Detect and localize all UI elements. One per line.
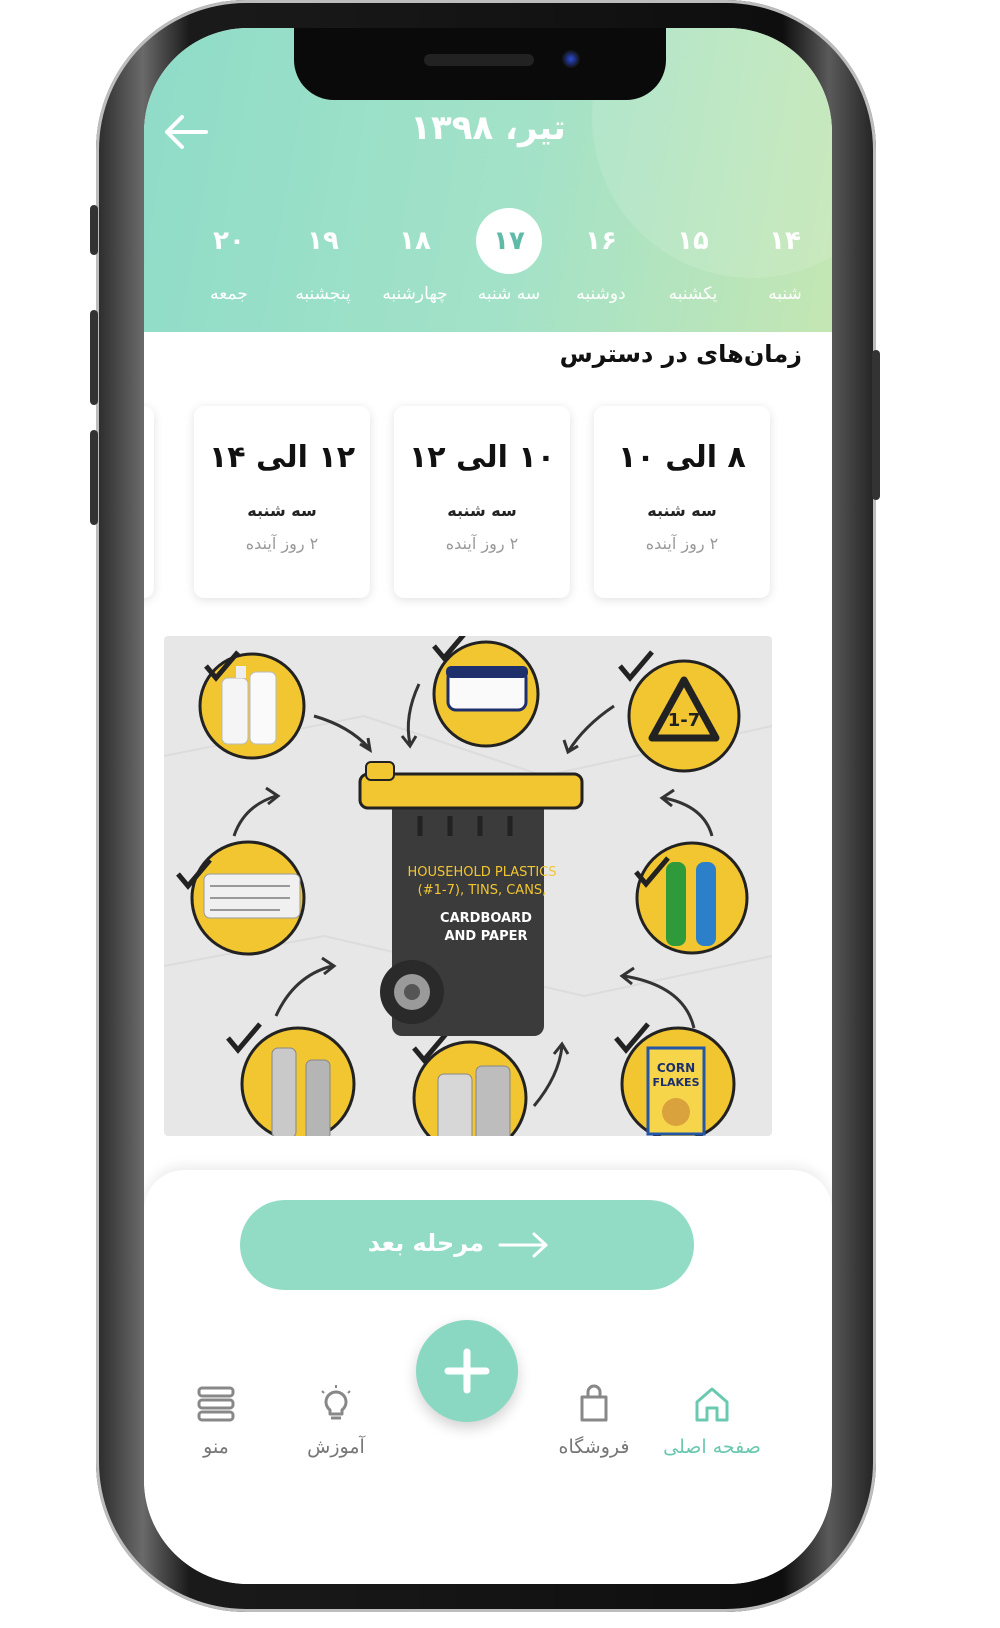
svg-text:FLAKES: FLAKES [653, 1076, 700, 1089]
lightbulb-icon [321, 1385, 351, 1420]
time-slot-card[interactable]: ۸ الی ۱۰ سه شنبه ۲ روز آینده [594, 406, 770, 598]
day-item-sat[interactable]: ۱۴ شنبه [738, 208, 832, 304]
slot-day: سه شنبه [447, 501, 517, 520]
day-item-thu[interactable]: ۱۹ پنجشنبه [276, 208, 370, 304]
day-name: سه شنبه [477, 284, 541, 304]
tab-label: منو [203, 1436, 229, 1458]
arrow-left-icon [165, 115, 208, 149]
day-name: چهارشنبه [382, 284, 448, 304]
day-item-tue-selected[interactable]: ۱۷ سه شنبه [462, 208, 556, 304]
svg-text:1-7: 1-7 [668, 710, 701, 731]
back-button[interactable] [162, 112, 210, 152]
day-item-mon[interactable]: ۱۶ دوشنبه [554, 208, 648, 304]
day-number: ۱۸ [399, 226, 431, 256]
time-slot-list: ۸ الی ۱۰ سه شنبه ۲ روز آینده ۱۰ الی ۱۲ س… [144, 406, 832, 602]
day-number: ۱۴ [769, 226, 801, 256]
month-title: تیر، ۱۳۹۸ [410, 108, 566, 148]
slot-day: سه شنبه [247, 501, 317, 520]
day-item-fri[interactable]: ۲۰ جمعه [182, 208, 276, 304]
next-step-label: مرحله بعد [367, 1229, 484, 1257]
tab-learn[interactable]: آموزش [276, 1384, 396, 1458]
volume-button-2 [90, 430, 98, 525]
home-icon [695, 1387, 729, 1422]
day-name: پنجشنبه [295, 284, 351, 304]
volume-button-1 [90, 310, 98, 405]
speaker-grille [424, 54, 534, 66]
slot-relative: ۲ روز آینده [245, 534, 319, 553]
shopping-bag-icon [580, 1384, 608, 1422]
add-button[interactable] [416, 1320, 518, 1422]
day-name: یکشنبه [668, 284, 718, 304]
day-number: ۲۰ [213, 226, 245, 256]
plus-icon [444, 1348, 490, 1394]
day-name: شنبه [768, 284, 802, 304]
slot-time: ۱۲ الی ۱۴ [208, 440, 356, 475]
day-selector: ۱۴ شنبه ۱۵ یکشنبه ۱۶ دوشنبه ۱۷ سه شنبه ۱… [144, 208, 832, 318]
slot-relative: ۲ روز آینده [645, 534, 719, 553]
recycling-illustration: 1-7 CORN FLAKES HOUSEHOLD PLASTICS (#1-7… [164, 636, 772, 1136]
power-button [872, 350, 880, 500]
slot-relative: ۲ روز آینده [445, 534, 519, 553]
arrow-right-icon [498, 1232, 548, 1258]
tab-menu[interactable]: منو [156, 1384, 276, 1458]
plastic-jugs-icon [198, 650, 306, 760]
available-times-title: زمان‌های در دسترس [559, 340, 802, 368]
slot-day: سه شنبه [647, 501, 717, 520]
tab-label: آموزش [307, 1436, 365, 1458]
day-item-sun[interactable]: ۱۵ یکشنبه [646, 208, 740, 304]
slot-time: ۸ الی ۱۰ [618, 440, 746, 475]
time-slot-card[interactable]: ۱۲ الی ۱۴ سه شنبه ۲ روز آینده [194, 406, 370, 598]
svg-text:CORN: CORN [657, 1061, 695, 1075]
svg-text:AND PAPER: AND PAPER [444, 929, 527, 944]
day-number: ۱۹ [307, 226, 339, 256]
day-number: ۱۷ [476, 208, 542, 274]
tab-label: فروشگاه [558, 1436, 630, 1458]
day-number: ۱۵ [677, 226, 709, 256]
svg-text:HOUSEHOLD PLASTICS: HOUSEHOLD PLASTICS [407, 865, 556, 880]
front-camera [562, 50, 580, 68]
tab-shop[interactable]: فروشگاه [534, 1384, 654, 1458]
phone-screen: تیر، ۱۳۹۸ ۱۴ شنبه ۱۵ یکشنبه ۱۶ دوشنبه ۱۷… [144, 28, 832, 1584]
phone-notch [294, 28, 666, 100]
day-item-wed[interactable]: ۱۸ چهارشنبه [368, 208, 462, 304]
day-name: جمعه [210, 284, 248, 304]
tab-label: صفحه اصلی [663, 1436, 761, 1458]
menu-icon [197, 1386, 235, 1422]
slot-time: ۱۰ الی ۱۲ [408, 440, 556, 475]
svg-text:CARDBOARD: CARDBOARD [440, 911, 532, 926]
day-name: دوشنبه [576, 284, 626, 304]
plastic-bottles-icon [634, 841, 749, 955]
day-number: ۱۶ [585, 226, 617, 256]
next-step-button[interactable]: مرحله بعد [240, 1200, 694, 1290]
tab-home[interactable]: صفحه اصلی [652, 1384, 772, 1458]
time-slot-card[interactable] [144, 406, 154, 598]
time-slot-card[interactable]: ۱۰ الی ۱۲ سه شنبه ۲ روز آینده [394, 406, 570, 598]
svg-text:(#1-7), TINS, CANS,: (#1-7), TINS, CANS, [418, 883, 547, 898]
volume-up-button [90, 205, 98, 255]
